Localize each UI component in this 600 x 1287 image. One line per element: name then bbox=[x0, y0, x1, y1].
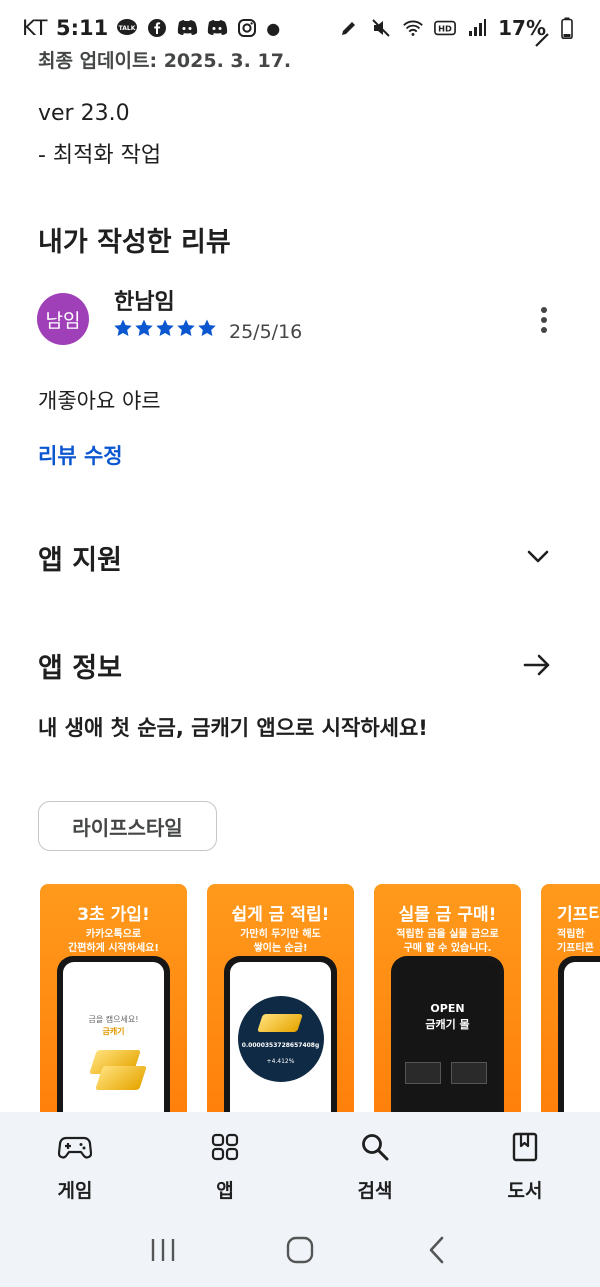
star-icon bbox=[135, 319, 153, 336]
my-review-heading: 내가 작성한 리뷰 bbox=[38, 227, 231, 258]
back-icon[interactable] bbox=[417, 1230, 457, 1270]
version-text: ver 23.0 bbox=[38, 101, 130, 126]
screenshot-subtitle-line: 기프티콘 bbox=[557, 943, 594, 954]
screenshot-subtitle-line: 구매 할 수 있습니다. bbox=[403, 943, 492, 954]
nav-label: 검색 bbox=[357, 1180, 393, 1202]
wifi-icon bbox=[402, 17, 424, 39]
recent-apps-icon[interactable] bbox=[143, 1230, 183, 1270]
pencil-icon bbox=[338, 17, 360, 39]
category-chip[interactable]: 라이프스타일 bbox=[38, 801, 217, 851]
screenshot-subtitle: 가만히 두기만 해도 쌓이는 순금! bbox=[207, 928, 354, 956]
gold-bar-image bbox=[257, 1014, 303, 1032]
nav-label: 게임 bbox=[57, 1180, 93, 1202]
more-notifications-dot-icon: ● bbox=[266, 18, 281, 38]
svg-text:HD: HD bbox=[438, 24, 452, 34]
screen-text: 금을 캠으세요! bbox=[88, 1015, 139, 1024]
screen-delta: +4.412% bbox=[266, 1058, 295, 1065]
screenshot-subtitle: 카카오톡으로 간편하게 시작하세요! bbox=[40, 928, 187, 956]
clock: 5:11 bbox=[55, 16, 109, 40]
last-updated-label: 최종 업데이트: 2025. 3. 17. bbox=[38, 50, 292, 72]
version-note: - 최적화 작업 bbox=[38, 143, 162, 168]
bottom-navigation: 게임 앱 검색 도서 bbox=[0, 1112, 600, 1212]
phone-screen bbox=[564, 962, 600, 1124]
screenshot-subtitle: 적립한 기프티콘 bbox=[541, 928, 600, 956]
screenshot-3[interactable]: 실물 금 구매! 적립한 금을 실물 금으로 구매 할 수 있습니다. OPEN… bbox=[374, 884, 521, 1124]
phone-mockup bbox=[558, 956, 600, 1124]
more-dot bbox=[541, 327, 547, 333]
phone-mockup: 0.0000353728657408g +4.412% bbox=[224, 956, 337, 1124]
battery-icon bbox=[556, 17, 578, 39]
edit-pencil-icon[interactable] bbox=[530, 30, 552, 56]
phone-screen: 0.0000353728657408g +4.412% bbox=[230, 962, 331, 1124]
nav-label: 앱 bbox=[216, 1180, 234, 1202]
more-dot bbox=[541, 307, 547, 313]
nav-label: 도서 bbox=[507, 1180, 543, 1202]
more-options-button[interactable] bbox=[528, 302, 560, 338]
screenshot-title: 쉽게 금 적립! bbox=[231, 905, 330, 925]
search-icon bbox=[358, 1130, 392, 1164]
phone-mockup: 금을 캠으세요! 금캐기 bbox=[57, 956, 170, 1124]
book-icon bbox=[508, 1130, 542, 1164]
product-thumbnail bbox=[405, 1062, 441, 1084]
home-icon[interactable] bbox=[280, 1230, 320, 1270]
screenshot-carousel[interactable]: 3초 가입! 카카오톡으로 간편하게 시작하세요! 금을 캠으세요! 금캐기 쉽… bbox=[40, 884, 600, 1124]
talk-notification-icon: TALK bbox=[116, 17, 138, 39]
star-icon bbox=[177, 319, 195, 336]
rating-stars bbox=[113, 318, 217, 338]
star-icon bbox=[114, 319, 132, 336]
star-icon bbox=[198, 319, 216, 336]
phone-screen: 금을 캠으세요! 금캐기 bbox=[63, 962, 164, 1124]
app-description: 내 생애 첫 순금, 금캐기 앱으로 시작하세요! bbox=[38, 716, 428, 740]
system-navigation-bar bbox=[0, 1212, 600, 1287]
screen-text: 금캐기 bbox=[102, 1027, 125, 1036]
screenshot-title: 실물 금 구매! bbox=[398, 905, 497, 925]
signal-icon bbox=[466, 17, 488, 39]
carrier-label: KT bbox=[22, 16, 48, 40]
screenshot-subtitle: 적립한 금을 실물 금으로 구매 할 수 있습니다. bbox=[374, 928, 521, 956]
avatar: 남임 bbox=[37, 293, 89, 345]
screen-balance: 0.0000353728657408g bbox=[241, 1042, 320, 1049]
nav-item-books[interactable]: 도서 bbox=[450, 1112, 600, 1212]
svg-text:TALK: TALK bbox=[119, 25, 136, 32]
discord-notification-icon bbox=[176, 17, 198, 39]
app-info-heading[interactable]: 앱 정보 bbox=[38, 646, 122, 685]
screenshot-1[interactable]: 3초 가입! 카카오톡으로 간편하게 시작하세요! 금을 캠으세요! 금캐기 bbox=[40, 884, 187, 1124]
edit-review-link[interactable]: 리뷰 수정 bbox=[38, 440, 123, 470]
balance-circle bbox=[238, 996, 324, 1082]
nav-item-search[interactable]: 검색 bbox=[300, 1112, 450, 1212]
screenshot-subtitle-line: 가만히 두기만 해도 bbox=[240, 929, 321, 940]
gold-bar-image bbox=[95, 1066, 147, 1090]
screenshot-subtitle-line: 카카오톡으로 bbox=[85, 929, 142, 940]
screenshot-title: 기프티 bbox=[557, 905, 600, 925]
screenshot-2[interactable]: 쉽게 금 적립! 가만히 두기만 해도 쌓이는 순금! 0.0000353728… bbox=[207, 884, 354, 1124]
phone-mockup: OPEN 금캐기 몰 bbox=[391, 956, 504, 1124]
arrow-right-icon[interactable] bbox=[520, 648, 554, 682]
screen-text: 금캐기 몰 bbox=[425, 1018, 470, 1031]
mute-icon bbox=[370, 17, 392, 39]
hd-voice-icon: HD bbox=[434, 17, 457, 39]
product-thumbnail bbox=[451, 1062, 487, 1084]
screenshot-subtitle-line: 적립한 금을 실물 금으로 bbox=[396, 929, 499, 940]
screenshot-4[interactable]: 기프티 적립한 기프티콘 bbox=[541, 884, 600, 1124]
screenshot-title: 3초 가입! bbox=[77, 905, 150, 925]
instagram-notification-icon bbox=[236, 17, 258, 39]
app-support-heading[interactable]: 앱 지원 bbox=[38, 538, 122, 577]
review-text: 개좋아요 야르 bbox=[38, 389, 161, 413]
star-icon bbox=[156, 319, 174, 336]
more-dot bbox=[541, 317, 547, 323]
phone-screen: OPEN 금캐기 몰 bbox=[397, 962, 498, 1124]
discord-notification-icon-2 bbox=[206, 17, 228, 39]
screenshot-subtitle-line: 간편하게 시작하세요! bbox=[68, 943, 159, 954]
apps-grid-icon bbox=[208, 1130, 242, 1164]
screen-text: OPEN bbox=[430, 1002, 465, 1015]
review-date: 25/5/16 bbox=[229, 321, 303, 343]
gamepad-icon bbox=[58, 1130, 92, 1164]
facebook-notification-icon bbox=[146, 17, 168, 39]
reviewer-name: 한남임 bbox=[114, 290, 175, 315]
screenshot-subtitle-line: 적립한 bbox=[557, 929, 585, 940]
screenshot-subtitle-line: 쌓이는 순금! bbox=[253, 943, 308, 954]
nav-item-games[interactable]: 게임 bbox=[0, 1112, 150, 1212]
nav-item-apps[interactable]: 앱 bbox=[150, 1112, 300, 1212]
chevron-down-icon[interactable] bbox=[522, 540, 554, 572]
